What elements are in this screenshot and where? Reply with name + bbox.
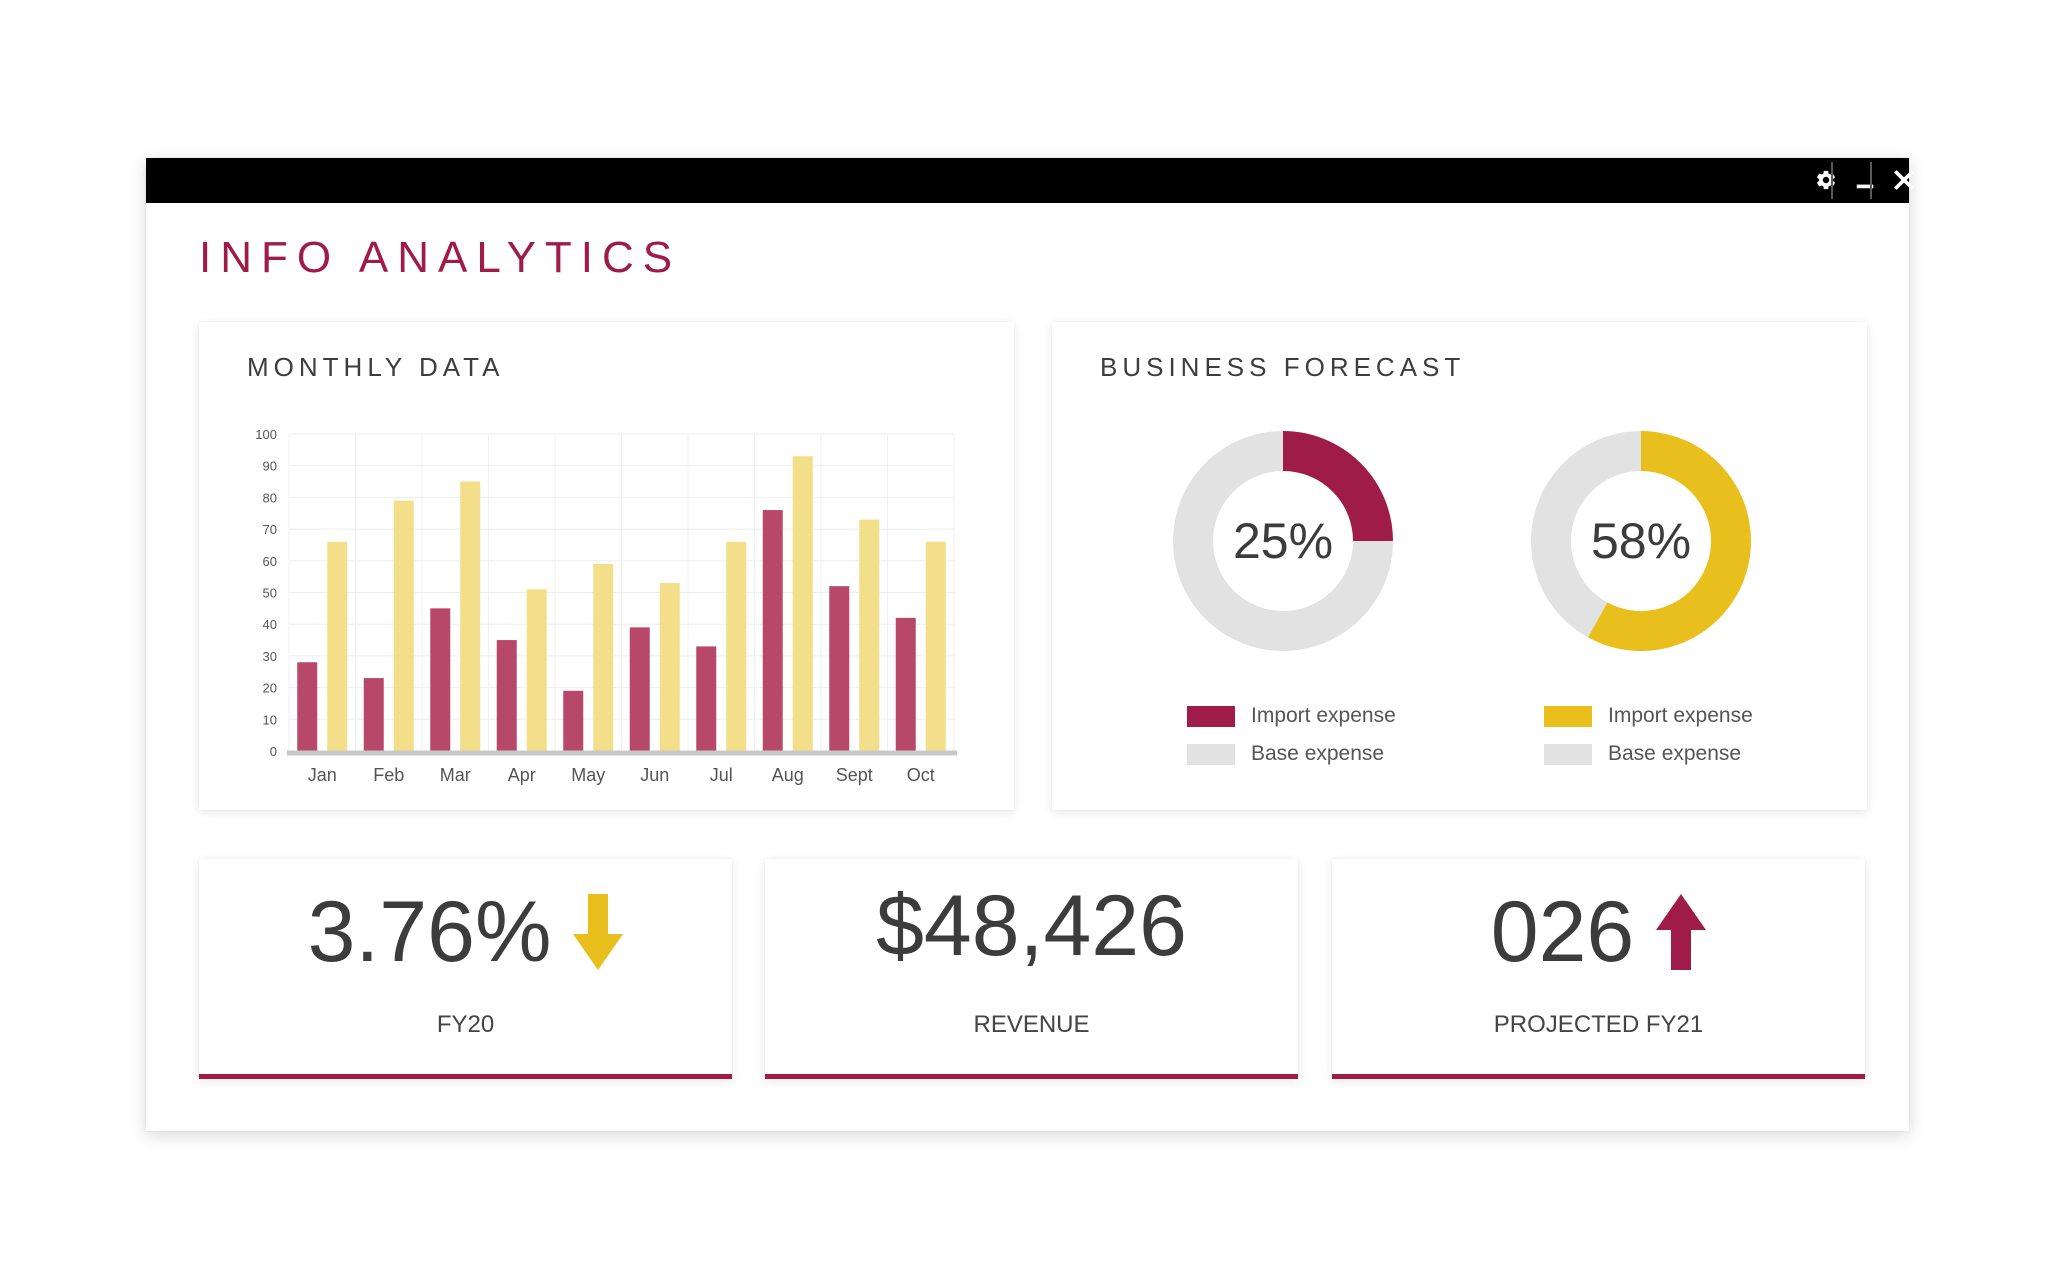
bar-may-series-2: [593, 563, 614, 751]
stat-value: $48,426: [876, 878, 1187, 974]
page-title: INFO ANALYTICS: [199, 233, 682, 282]
bar-jul-series-2: [726, 541, 747, 751]
legend-label: Base expense: [1608, 742, 1742, 765]
legend-item-base-expense-2: Base expense: [1544, 742, 1741, 766]
legend-swatch: [1187, 705, 1235, 727]
bar-jan-series-2: [327, 541, 348, 751]
legend-item-base-expense-1: Base expense: [1187, 742, 1384, 766]
x-tick-label: Apr: [508, 765, 536, 785]
bar-oct-series-1: [895, 617, 916, 751]
stat-value-row: $48,426: [765, 883, 1298, 969]
stat-underline: [765, 1074, 1298, 1079]
bar-sept-series-2: [859, 519, 880, 751]
stat-underline: [1332, 1074, 1865, 1079]
bar-apr-series-2: [526, 589, 547, 751]
monthly-data-card: MONTHLY DATA 0 10 20 30 40 50 60 70 80 90 100 Jan Fe…: [199, 322, 1014, 810]
title-bar: [146, 158, 1914, 203]
y-tick-label: 90: [263, 459, 277, 474]
y-tick-label: 50: [263, 586, 277, 601]
bar-feb-series-2: [393, 500, 414, 751]
donut-chart-1: 25%: [1173, 431, 1393, 651]
stat-label: FY20: [436, 1011, 495, 1038]
stat-card-fy20: 3.76% FY20: [199, 859, 732, 1079]
x-tick-label: Oct: [907, 765, 935, 785]
x-tick-label: May: [571, 765, 605, 785]
bar-jun-series-1: [629, 627, 650, 751]
bar-oct-series-2: [925, 541, 946, 751]
bar-sept-series-1: [829, 586, 850, 751]
y-tick-label: 30: [263, 649, 277, 664]
bar-may-series-1: [563, 690, 584, 751]
stat-label: PROJECTED FY21: [1493, 1011, 1704, 1038]
bar-jan-series-1: [297, 662, 318, 751]
stat-underline: [199, 1074, 732, 1079]
stat-label: REVENUE: [973, 1011, 1090, 1038]
title-bar-divider: [1870, 162, 1872, 199]
y-tick-label: 10: [263, 712, 277, 727]
app-window: INFO ANALYTICS MONTHLY DATA 0 10 20 30 40 50 6…: [146, 158, 1914, 1131]
y-tick-label: 100: [255, 427, 277, 442]
legend-label: Import expense: [1251, 704, 1396, 727]
x-tick-label: Jan: [308, 765, 337, 785]
x-tick-label: Jul: [710, 765, 733, 785]
gear-icon[interactable]: [1810, 163, 1842, 197]
stat-value: 026: [1490, 884, 1635, 980]
y-tick-label: 0: [270, 744, 277, 759]
bar-mar-series-1: [430, 608, 451, 751]
stat-value-row: 3.76%: [199, 889, 732, 975]
x-tick-label: Sept: [836, 765, 873, 785]
arrow-down-icon: [573, 894, 624, 970]
legend-swatch: [1544, 705, 1592, 727]
bar-jun-series-2: [659, 582, 680, 751]
donut-chart-2: 58%: [1531, 431, 1751, 651]
legend-item-import-expense-1: Import expense: [1187, 704, 1396, 728]
donut-center-label: 25%: [1233, 513, 1333, 569]
x-tick-label: Mar: [440, 765, 471, 785]
y-tick-label: 60: [263, 554, 277, 569]
bar-mar-series-2: [460, 481, 481, 751]
y-tick-label: 80: [263, 490, 277, 505]
y-tick-label: 40: [263, 617, 277, 632]
donut-center-label: 58%: [1591, 513, 1691, 569]
arrow-up-icon: [1656, 894, 1707, 970]
x-tick-label: Feb: [373, 765, 404, 785]
legend-item-import-expense-2: Import expense: [1544, 704, 1753, 728]
title-bar-divider: [1831, 162, 1833, 199]
close-icon[interactable]: [1888, 163, 1920, 197]
legend-swatch: [1544, 743, 1592, 765]
stat-value-row: 026: [1332, 889, 1865, 975]
bar-feb-series-1: [363, 678, 384, 751]
bar-jul-series-1: [696, 646, 717, 751]
stat-card-projected-fy21: 026 PROJECTED FY21: [1332, 859, 1865, 1079]
x-tick-label: Aug: [772, 765, 804, 785]
stat-value: 3.76%: [307, 884, 552, 980]
bar-apr-series-1: [496, 640, 517, 751]
y-tick-label: 70: [263, 522, 277, 537]
legend-swatch: [1187, 743, 1235, 765]
stat-card-revenue: $48,426 REVENUE: [765, 859, 1298, 1079]
minimize-icon[interactable]: [1849, 163, 1881, 197]
legend-label: Base expense: [1251, 742, 1385, 765]
y-tick-label: 20: [263, 681, 277, 696]
bar-aug-series-2: [792, 456, 813, 751]
business-forecast-donuts: 25% 58%: [1173, 431, 1751, 651]
x-tick-label: Jun: [640, 765, 669, 785]
legend-label: Import expense: [1608, 704, 1753, 727]
business-forecast-card: BUSINESS FORECAST 25% 58% Import expense …: [1052, 322, 1867, 810]
monthly-bar-chart: 0 10 20 30 40 50 60 70 80 90 100 Jan Feb Mar Apr May Jun…: [255, 427, 957, 785]
bar-aug-series-1: [762, 510, 783, 751]
grid-lines: [288, 433, 955, 751]
